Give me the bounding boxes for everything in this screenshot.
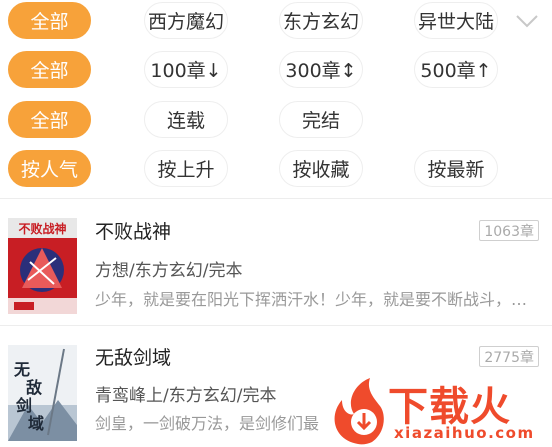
filter-chapters-300[interactable]: 300章↕ [279, 51, 363, 88]
filter-row-sort: 按人气 按上升 按收藏 按最新 [0, 150, 552, 190]
divider [0, 198, 552, 199]
filter-status-all[interactable]: 全部 [8, 101, 91, 138]
filter-row-genre: 全部 西方魔幻 东方玄幻 异世大陆 [0, 2, 552, 42]
filter-genre-western-fantasy[interactable]: 西方魔幻 [144, 2, 228, 39]
book-meta: 青鸾峰上/东方玄幻/完本 [95, 386, 277, 406]
filter-status-serializing[interactable]: 连载 [144, 101, 228, 138]
filter-row-status: 全部 连载 完结 [0, 101, 552, 141]
book-description: 少年，就是要在阳光下挥洒汗水！少年，就是要不断战斗，… [95, 290, 528, 309]
svg-text:域: 域 [28, 414, 44, 433]
filter-panel: 全部 西方魔幻 东方玄幻 异世大陆 全部 100章↓ 300章↕ 500章↑ 全… [0, 0, 552, 200]
filter-chapters-500[interactable]: 500章↑ [414, 51, 498, 88]
watermark-url: xiazaihuo.com [394, 424, 535, 442]
svg-text:敌: 敌 [26, 378, 42, 397]
sort-rising[interactable]: 按上升 [144, 150, 228, 187]
book-cover: 不败战神 [8, 218, 77, 314]
svg-text:剑: 剑 [15, 396, 32, 415]
book-list-item[interactable]: 不败战神 不败战神 1063章 方想/东方玄幻/完本 少年，就是要在阳光下挥洒汗… [0, 200, 552, 325]
book-description: 剑皇，一剑破万法，是剑修们最 [95, 414, 320, 433]
filter-genre-otherworld[interactable]: 异世大陆 [414, 2, 498, 39]
filter-genre-all[interactable]: 全部 [8, 2, 91, 39]
filter-row-chapters: 全部 100章↓ 300章↕ 500章↑ [0, 51, 552, 91]
book-title[interactable]: 无敌剑域 [95, 343, 171, 370]
filter-status-completed[interactable]: 完结 [279, 101, 363, 138]
svg-text:不败战神: 不败战神 [18, 221, 66, 236]
sort-popularity[interactable]: 按人气 [8, 150, 91, 187]
book-cover: 无 敌 剑 域 [8, 345, 77, 441]
sort-favorites[interactable]: 按收藏 [279, 150, 363, 187]
chapter-count-badge: 1063章 [479, 220, 539, 241]
chapter-count-badge: 2775章 [479, 346, 539, 367]
filter-chapters-100[interactable]: 100章↓ [144, 51, 228, 88]
book-title[interactable]: 不败战神 [95, 217, 171, 244]
svg-text:无: 无 [13, 360, 30, 379]
filter-chapters-all[interactable]: 全部 [8, 51, 91, 88]
book-meta: 方想/东方玄幻/完本 [95, 261, 243, 281]
sort-newest[interactable]: 按最新 [414, 150, 498, 187]
filter-genre-eastern-fantasy[interactable]: 东方玄幻 [279, 2, 363, 39]
chevron-down-icon[interactable] [513, 12, 541, 30]
